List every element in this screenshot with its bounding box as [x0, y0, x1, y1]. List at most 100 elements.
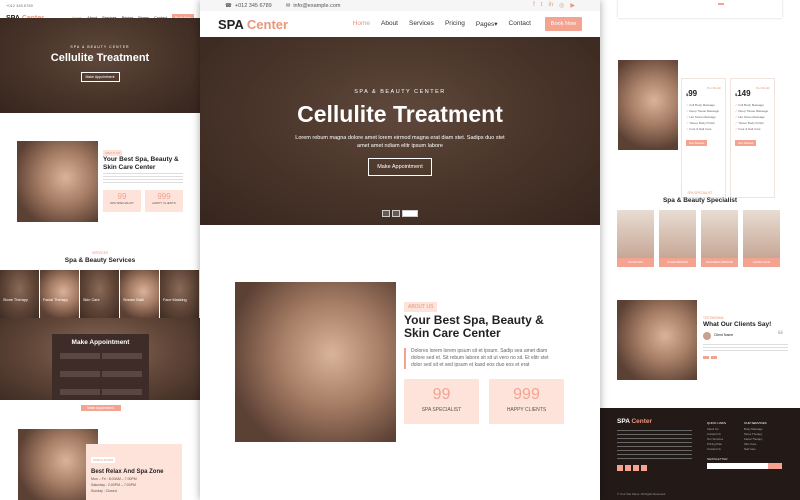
left-preview-panel: +012 345 6789 SPA Center Home About Serv… — [0, 0, 200, 500]
pricing-card: $99 Per Month Full Body Massage Deep Tis… — [681, 78, 726, 198]
about-tag: ABOUT US — [404, 302, 438, 312]
form-field[interactable] — [59, 371, 100, 377]
specialist-photo — [659, 210, 696, 258]
service-label: Facial Therapy — [43, 298, 69, 302]
specialists-kicker: SPA SPECIALIST — [687, 191, 713, 195]
site-logo[interactable]: SPA Center — [218, 17, 288, 32]
service-card[interactable]: Facial Therapy — [40, 270, 80, 318]
hours-line: Saturday : 2:00PM – 7:00PM — [91, 483, 136, 487]
carousel-dot[interactable] — [392, 210, 400, 217]
stat-label: SPA SPECIALIST — [110, 201, 134, 205]
nav-item-pricing[interactable]: Pricing — [445, 20, 465, 28]
testimonial-image — [617, 300, 697, 380]
about-title: Your Best Spa, Beauty & Skin Care Center — [404, 313, 544, 340]
plan-price-value: 149 — [737, 89, 751, 98]
newsletter-submit-button[interactable] — [768, 463, 782, 469]
hours-line: Sunday : Closed — [91, 489, 117, 493]
carousel-dot-active[interactable] — [402, 210, 418, 217]
logo-part-a: SPA — [218, 16, 244, 32]
specialist-card[interactable]: ELIZABETH BROWN — [701, 210, 738, 267]
footer-link[interactable]: Our Services — [707, 437, 726, 441]
topbar: ☎ +012 345 6789 ✉ info@example.com f t in … — [200, 0, 600, 11]
card-button[interactable] — [718, 3, 724, 5]
next-arrow-icon[interactable] — [711, 356, 717, 359]
pricing-image — [618, 60, 678, 150]
make-appointment-button[interactable]: Make Appointment — [80, 72, 120, 82]
plan-feature: Hot Stone Massage — [735, 115, 770, 119]
footer-link[interactable]: Contact Us — [707, 447, 726, 451]
nav-menu: Home About Services Pricing Pages▾ Conta… — [353, 20, 531, 28]
footer-link[interactable]: Skin Care — [744, 442, 767, 446]
social-icon[interactable] — [633, 465, 639, 471]
footer-link[interactable]: Stone Therapy — [744, 432, 767, 436]
footer-text — [617, 430, 692, 460]
service-card[interactable]: Face Masking — [160, 270, 200, 318]
about-image — [17, 141, 98, 222]
footer-link[interactable]: Body Massage — [744, 427, 767, 431]
about-section: ABOUT US Your Best Spa, Beauty & Skin Ca… — [235, 282, 565, 442]
footer-link[interactable]: Contact Us — [707, 432, 726, 436]
nav-item-about[interactable]: About — [381, 20, 398, 28]
newsletter-input[interactable] — [707, 463, 782, 469]
book-now-button[interactable]: Book Now — [544, 17, 582, 31]
get-started-button[interactable]: Get Started — [686, 140, 708, 146]
facebook-icon[interactable]: f — [533, 2, 535, 9]
stat-box: 999 HAPPY CLIENTS — [489, 379, 564, 424]
form-field[interactable] — [59, 389, 100, 395]
hero-subtitle: SPA & BEAUTY CENTER — [354, 89, 446, 95]
form-field[interactable] — [101, 389, 142, 395]
linkedin-icon[interactable]: in — [548, 2, 553, 9]
twitter-icon[interactable]: t — [541, 2, 543, 9]
plan-period: Per Month — [707, 86, 721, 90]
carousel-dot[interactable] — [382, 210, 390, 217]
stat-number: 999 — [513, 386, 540, 403]
specialists-title: Spa & Beauty Specialist — [662, 197, 738, 204]
pricing-card: $149 Per Month Full Body Massage Deep Ti… — [730, 78, 775, 198]
prev-arrow-icon[interactable] — [703, 356, 709, 359]
nav-item-services[interactable]: Services — [409, 20, 434, 28]
plan-feature: Foot & Nail Care — [686, 127, 721, 131]
stat-number: 999 — [157, 192, 171, 201]
form-field[interactable] — [59, 353, 100, 359]
footer-column: QUICK LINKS About Us Contact Us Our Serv… — [707, 421, 726, 451]
navbar: SPA Center Home About Services Pricing P… — [200, 11, 600, 37]
stat-label: SPA SPECIALIST — [421, 407, 462, 413]
form-field[interactable] — [101, 353, 142, 359]
social-icon[interactable] — [617, 465, 623, 471]
phone-text: +012 345 6789 — [6, 3, 33, 8]
nav-item-contact[interactable]: Contact — [509, 20, 531, 28]
about-image — [235, 282, 396, 442]
footer-link[interactable]: Pricing Plan — [707, 442, 726, 446]
get-started-button[interactable]: Get Started — [735, 140, 757, 146]
specialist-card[interactable]: OLIVIA MAY — [617, 210, 654, 267]
specialist-card[interactable]: LAURA JULIA — [743, 210, 780, 267]
services-kicker: SERVICES — [91, 251, 109, 255]
testimonial-kicker: TESTIMONIAL — [703, 316, 725, 320]
youtube-icon[interactable]: ▶ — [570, 2, 575, 9]
make-appointment-button[interactable]: Make Appointment — [368, 158, 432, 176]
hero-title: Cellulite Treatment — [50, 52, 150, 64]
social-icon[interactable] — [641, 465, 647, 471]
specialist-card[interactable]: CLARA BROWN — [659, 210, 696, 267]
footer-link[interactable]: About Us — [707, 427, 726, 431]
footer-link[interactable]: Nail Care — [744, 447, 767, 451]
instagram-icon[interactable]: ◎ — [559, 2, 564, 9]
hero-carousel: SPA & BEAUTY CENTER Cellulite Treatment … — [0, 18, 200, 113]
service-card[interactable]: Stone Therapy — [0, 270, 40, 318]
social-icon[interactable] — [625, 465, 631, 471]
social-links: f t in ◎ ▶ — [533, 2, 575, 9]
hero-subtitle: SPA & BEAUTY CENTER — [70, 45, 130, 49]
form-field[interactable] — [101, 371, 142, 377]
footer-link[interactable]: Facial Therapy — [744, 437, 767, 441]
services-heading: SERVICES Spa & Beauty Services — [0, 251, 200, 264]
service-card[interactable]: Stream Bath — [120, 270, 160, 318]
nav-item-home[interactable]: Home — [353, 20, 370, 28]
submit-appointment-button[interactable]: Make Appointment — [80, 405, 121, 411]
nav-item-pages-label: Pages — [475, 21, 495, 28]
plan-feature: Full Body Massage — [686, 103, 721, 107]
appointment-form: Make Appointment Make Appointment — [52, 334, 149, 411]
nav-item-pages[interactable]: Pages▾ — [476, 20, 498, 28]
service-card[interactable]: Skin Care — [80, 270, 120, 318]
plan-feature: Deep Tissue Massage — [686, 109, 721, 113]
hours-line: Mon – Fri : 8:00AM – 7:00PM — [91, 477, 137, 481]
